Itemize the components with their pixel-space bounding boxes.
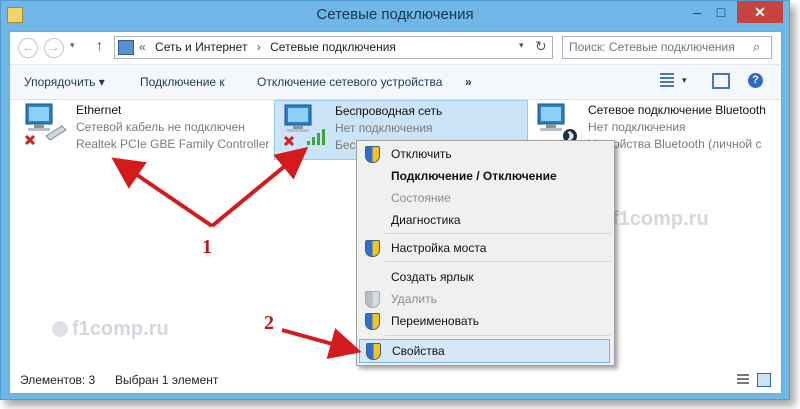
menu-item-label: Свойства <box>392 344 445 358</box>
menu-separator <box>385 261 610 262</box>
uac-shield-icon <box>365 146 380 163</box>
selection-count: Выбран 1 элемент <box>115 373 219 387</box>
watermark: f1comp.ru <box>52 318 169 341</box>
maximize-button[interactable]: □ <box>709 1 733 23</box>
annotation-label-2: 2 <box>264 312 274 334</box>
organize-button[interactable]: Упорядочить ▾ <box>24 75 105 89</box>
watermark-logo-icon <box>52 321 68 337</box>
menu-item-disable[interactable]: Отключить <box>359 143 610 165</box>
adapter-name: Беспроводная сеть <box>335 104 443 118</box>
refresh-icon[interactable]: ↻ <box>535 38 547 55</box>
window-title: Сетевые подключения <box>316 6 474 23</box>
watermark-text: f1comp.ru <box>72 318 169 340</box>
change-view-icon[interactable] <box>660 73 674 87</box>
menu-item-status: Состояние <box>359 187 610 209</box>
breadcrumb-item-network-connections[interactable]: Сетевые подключения <box>270 40 396 54</box>
close-button[interactable]: ✕ <box>737 1 783 23</box>
menu-item-label: Создать ярлык <box>391 270 474 284</box>
adapter-device: Realtek PCIe GBE Family Controller <box>76 137 270 151</box>
network-computer-icon <box>24 103 67 146</box>
recent-locations-dropdown[interactable]: ▾ <box>70 40 75 51</box>
connect-to-button[interactable]: Подключение к <box>140 75 225 89</box>
adapter-status: Сетевой кабель не подключен <box>76 120 245 134</box>
watermark-text: f1comp.ru <box>612 208 709 230</box>
adapter-ethernet[interactable]: Ethernet Сетевой кабель не подключен Rea… <box>16 100 270 158</box>
address-dropdown-icon[interactable]: ▾ <box>519 40 524 51</box>
menu-separator <box>385 233 610 234</box>
menu-item-diagnose[interactable]: Диагностика <box>359 209 610 231</box>
adapter-name: Ethernet <box>76 103 122 117</box>
menu-item-create-shortcut[interactable]: Создать ярлык <box>359 266 610 288</box>
context-menu: Отключить Подключение / Отключение Состо… <box>356 140 615 366</box>
breadcrumb-separator[interactable]: › <box>257 40 261 54</box>
status-bar: Элементов: 3 Выбран 1 элемент <box>10 368 781 393</box>
back-button[interactable]: ← <box>18 38 38 58</box>
menu-item-label: Настройка моста <box>391 241 487 255</box>
minimize-button[interactable]: – <box>685 1 709 23</box>
large-icons-view-icon[interactable] <box>757 373 771 387</box>
title-bar[interactable]: Сетевые подключения – □ ✕ <box>1 1 789 29</box>
details-view-icon[interactable] <box>737 374 749 386</box>
search-input[interactable] <box>569 39 749 55</box>
wireless-computer-icon <box>283 104 325 147</box>
uac-shield-icon <box>365 313 380 330</box>
forward-button[interactable]: → <box>44 38 64 58</box>
more-commands-button[interactable]: » <box>465 75 472 89</box>
search-icon[interactable]: ⌕ <box>753 39 760 55</box>
breadcrumb: « Сеть и Интернет › Сетевые подключения <box>139 40 402 54</box>
breadcrumb-overflow[interactable]: « <box>139 40 146 54</box>
menu-separator <box>385 335 610 336</box>
adapter-status: Нет подключения <box>588 120 686 134</box>
menu-item-properties[interactable]: Свойства <box>359 339 610 363</box>
search-box[interactable]: ⌕ <box>562 36 772 59</box>
uac-shield-icon <box>365 240 380 257</box>
menu-item-label: Диагностика <box>391 213 461 227</box>
menu-item-label: Состояние <box>391 191 451 205</box>
menu-item-connect-disconnect[interactable]: Подключение / Отключение <box>359 165 610 187</box>
item-count: Элементов: 3 <box>20 373 96 387</box>
adapter-name: Сетевое подключение Bluetooth <box>588 103 766 117</box>
menu-item-rename[interactable]: Переименовать <box>359 310 610 332</box>
preview-pane-icon[interactable] <box>712 73 730 89</box>
menu-item-bridge[interactable]: Настройка моста <box>359 237 610 259</box>
navigation-bar: ← → ▾ ↑ « Сеть и Интернет › Сетевые подк… <box>10 32 781 62</box>
menu-item-label: Удалить <box>391 292 437 306</box>
help-icon[interactable]: ? <box>748 73 763 88</box>
menu-item-label: Отключить <box>391 147 452 161</box>
annotation-label-1: 1 <box>202 236 212 258</box>
up-button[interactable]: ↑ <box>96 37 103 53</box>
command-bar: Упорядочить ▾ Подключение к Отключение с… <box>10 64 781 100</box>
uac-shield-icon <box>366 343 381 360</box>
menu-item-delete: Удалить <box>359 288 610 310</box>
breadcrumb-item-network-internet[interactable]: Сеть и Интернет <box>155 40 247 54</box>
disable-device-button[interactable]: Отключение сетевого устройства <box>257 75 442 89</box>
address-bar[interactable]: « Сеть и Интернет › Сетевые подключения … <box>114 36 553 59</box>
view-options-dropdown[interactable]: ▾ <box>682 75 687 86</box>
control-panel-icon <box>118 40 134 55</box>
adapter-status: Нет подключения <box>335 121 433 135</box>
menu-item-label: Подключение / Отключение <box>391 169 557 183</box>
menu-item-label: Переименовать <box>391 314 479 328</box>
uac-shield-icon <box>365 291 380 308</box>
